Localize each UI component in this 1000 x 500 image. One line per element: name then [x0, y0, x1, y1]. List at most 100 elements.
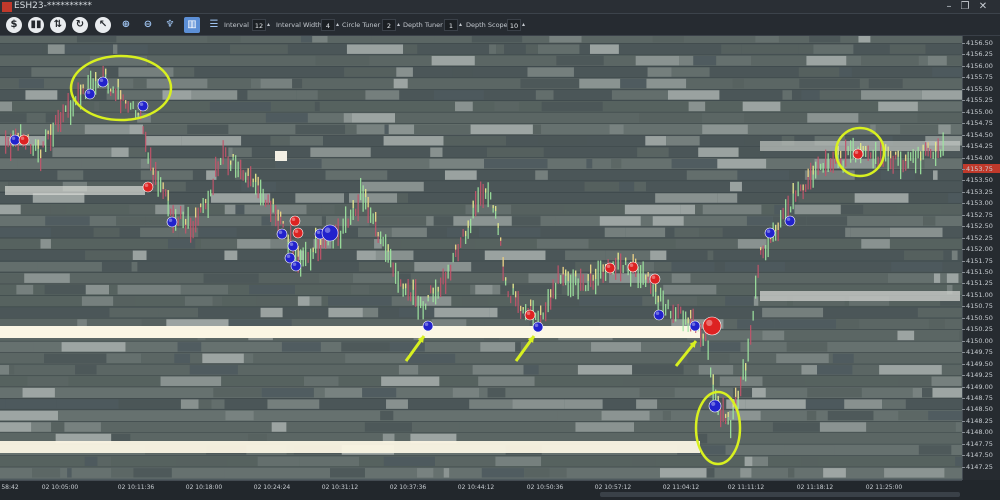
price-candle [90, 70, 92, 91]
heatmap-cell [169, 78, 208, 89]
heatmap-cell [314, 101, 320, 112]
price-candle [450, 264, 452, 281]
heatmap-canvas[interactable] [0, 36, 962, 480]
volume-tick [502, 257, 504, 267]
price-candle [45, 129, 47, 152]
depth-scope-value[interactable]: 10 [507, 19, 521, 31]
volume-tick [712, 374, 714, 385]
bubble-highlight [324, 227, 331, 233]
price-candle [265, 199, 267, 207]
price-axis[interactable]: 4156.50 4156.25 4156.00 4155.75 4155.50 4155.… [962, 36, 1000, 480]
bid-volume-bubble [532, 321, 544, 333]
price-candle [357, 194, 359, 222]
heatmap-cell [700, 342, 741, 352]
time-tick-label: 02 10:37:36 [389, 484, 427, 491]
cursor-icon[interactable]: ↖ [95, 17, 111, 33]
bid-volume-bubble [321, 224, 339, 242]
zoom-in-icon[interactable]: ⊕ [118, 17, 134, 33]
heatmap-cell [177, 342, 202, 352]
volume-tick [437, 286, 439, 292]
price-candle [912, 149, 914, 163]
heatmap-row [0, 238, 962, 250]
heatmap-cell [27, 376, 69, 386]
volume-tick [865, 145, 867, 151]
price-candle [535, 312, 537, 321]
price-candle [160, 177, 162, 193]
heatmap-cell [819, 90, 862, 100]
price-candle [267, 194, 269, 205]
price-candle [785, 199, 787, 220]
time-tick-label: 02 10:57:12 [594, 484, 632, 491]
heatmap-cell [321, 204, 335, 215]
heatmap-cell [383, 456, 436, 467]
heatmap-cell [798, 44, 814, 54]
interval-value[interactable]: 12 [252, 19, 266, 31]
heatmap-cell [249, 284, 295, 295]
restore-button[interactable]: ❐ [958, 0, 972, 14]
heatmap-cell [752, 387, 766, 398]
heatmap-cell [365, 90, 400, 100]
refresh-icon[interactable]: ↻ [72, 17, 88, 33]
heatmap-cell [171, 468, 225, 478]
depth-tuner-value[interactable]: 1 [444, 19, 458, 31]
horizontal-scrollbar[interactable] [600, 492, 960, 497]
heatmap-cell [806, 410, 817, 421]
columns-icon[interactable]: ▥ [184, 17, 200, 33]
price-candle [652, 284, 654, 297]
heatmap-cell [579, 296, 643, 306]
minimize-button[interactable]: – [942, 0, 956, 14]
heatmap-chart[interactable] [0, 36, 962, 480]
heatmap-cell [158, 307, 199, 318]
depth-tuner-spinner[interactable]: ▴ [459, 19, 466, 31]
price-candle [132, 101, 134, 109]
heatmap-cell [671, 158, 718, 169]
heatmap-cell [362, 387, 397, 398]
heatmap-cell [470, 284, 476, 295]
price-candle [385, 234, 387, 262]
zoom-out-icon[interactable]: ⊖ [140, 17, 156, 33]
heatmap-cell [744, 136, 763, 146]
volume-tick [737, 390, 739, 399]
bubble-highlight [86, 90, 91, 94]
heatmap-cell [912, 387, 923, 398]
bar-chart-icon[interactable]: ▮▮ [28, 17, 44, 33]
price-candle [597, 260, 599, 286]
price-candle [182, 211, 184, 229]
volume-tick [105, 68, 107, 75]
time-axis[interactable]: 58:42 02 10:05:00 02 10:11:36 02 10:18:00 02… [0, 480, 962, 500]
price-candle [907, 151, 909, 169]
levels-icon[interactable]: ☰ [206, 17, 222, 33]
dollar-icon[interactable]: $ [6, 17, 22, 33]
heatmap-cell [698, 365, 734, 375]
heatmap-cell [625, 227, 666, 238]
interval-width-value[interactable]: 4 [321, 19, 335, 31]
circle-tuner-value[interactable]: 2 [382, 19, 396, 31]
price-candle [480, 181, 482, 206]
volume-tick [82, 84, 84, 89]
close-button[interactable]: ✕ [976, 0, 990, 14]
heatmap-cell [443, 468, 450, 478]
up-down-arrows-icon[interactable]: ⇅ [50, 17, 66, 33]
heatmap-cell [686, 170, 738, 180]
heatmap-cell [788, 468, 795, 478]
heatmap-cell [443, 136, 506, 146]
tooth-icon[interactable]: ♆ [162, 17, 178, 33]
circle-tuner-label: Circle Tuner [342, 21, 381, 29]
heatmap-cell [384, 124, 389, 135]
heatmap-cell [0, 204, 21, 215]
interval-spinner[interactable]: ▴ [267, 19, 274, 31]
heatmap-cell [118, 399, 181, 409]
price-candle [660, 287, 662, 302]
heatmap-cell [486, 147, 544, 157]
heatmap-cell [203, 273, 213, 283]
depth-scope-spinner[interactable]: ▴ [522, 19, 529, 31]
heatmap-cell [900, 124, 939, 135]
price-candle [757, 264, 759, 278]
heatmap-cell [946, 55, 962, 66]
price-candle [557, 265, 559, 284]
heatmap-cell [878, 101, 918, 112]
volume-tick [512, 283, 514, 289]
price-candle [67, 93, 69, 118]
price-candle [382, 236, 384, 247]
liquidity-level-band [0, 326, 700, 338]
